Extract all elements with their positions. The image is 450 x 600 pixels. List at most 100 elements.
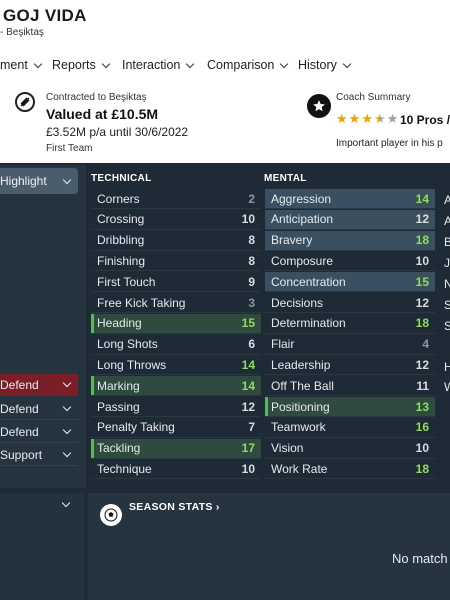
coach-pros: 10 Pros / bbox=[400, 113, 450, 127]
attribute-value: 17 bbox=[241, 441, 255, 456]
chevron-down-icon bbox=[101, 59, 111, 68]
player-value: Valued at £10.5M bbox=[46, 106, 159, 122]
attribute-name: Finishing bbox=[97, 253, 146, 268]
chevron-down-icon bbox=[342, 59, 352, 68]
role-selector-2[interactable]: Defend bbox=[0, 398, 78, 420]
attribute-row[interactable]: Free Kick Taking 3 bbox=[91, 293, 261, 313]
attribute-row[interactable]: Heading 15 bbox=[91, 313, 261, 334]
technical-header: TECHNICAL bbox=[91, 173, 152, 184]
physical-attribute-name: S bbox=[444, 298, 450, 312]
attribute-row[interactable]: Crossing 10 bbox=[91, 210, 261, 230]
attribute-name: Work Rate bbox=[271, 461, 328, 476]
attribute-name: Vision bbox=[271, 441, 304, 456]
menu-history[interactable]: History bbox=[298, 58, 352, 72]
attribute-value: 15 bbox=[415, 274, 429, 289]
attribute-value: 14 bbox=[241, 378, 255, 393]
football-icon bbox=[100, 504, 122, 526]
contract-label: Contracted to Beşiktaş bbox=[46, 92, 147, 103]
attribute-row[interactable]: Dribbling 8 bbox=[91, 231, 261, 251]
attribute-name: Long Throws bbox=[97, 357, 167, 372]
chevron-down-icon bbox=[62, 448, 72, 458]
chevron-down-icon bbox=[33, 59, 43, 68]
star-icon: ★ bbox=[348, 111, 361, 126]
attribute-value: 8 bbox=[248, 253, 255, 268]
menu-label: Interaction bbox=[122, 58, 181, 72]
menu-development[interactable]: ment bbox=[0, 58, 43, 72]
attribute-row[interactable]: Long Throws 14 bbox=[91, 355, 261, 376]
attribute-row[interactable]: Concentration 15 bbox=[265, 272, 435, 293]
role-selector-1[interactable]: Defend bbox=[0, 374, 78, 396]
coach-summary-label: Coach Summary bbox=[336, 92, 411, 103]
menu-comparison[interactable]: Comparison bbox=[207, 58, 289, 72]
attribute-row[interactable]: Leadership 12 bbox=[265, 355, 435, 376]
attribute-name: Determination bbox=[271, 316, 346, 331]
attribute-row[interactable]: Technique 10 bbox=[91, 459, 261, 480]
attribute-value: 10 bbox=[415, 441, 429, 456]
role-selector-3[interactable]: Defend bbox=[0, 421, 78, 443]
attribute-value: 12 bbox=[415, 357, 429, 372]
no-match-message: No match bbox=[392, 551, 448, 566]
attribute-name: Teamwork bbox=[271, 420, 326, 435]
attribute-name: Off The Ball bbox=[271, 378, 334, 393]
attribute-row[interactable]: Penalty Taking 7 bbox=[91, 418, 261, 438]
menu-interaction[interactable]: Interaction bbox=[122, 58, 195, 72]
attribute-row[interactable]: First Touch 9 bbox=[91, 272, 261, 293]
highlight-dropdown[interactable]: Highlight bbox=[0, 168, 78, 194]
attribute-row[interactable]: Positioning 13 bbox=[265, 397, 435, 417]
attribute-row[interactable]: Vision 10 bbox=[265, 439, 435, 459]
attribute-row[interactable]: Decisions 12 bbox=[265, 293, 435, 313]
physical-attribute-name: H bbox=[444, 360, 450, 374]
attribute-name: Marking bbox=[97, 378, 140, 393]
chevron-down-icon[interactable] bbox=[61, 498, 71, 508]
attribute-name: First Touch bbox=[97, 274, 156, 289]
attribute-name: Dribbling bbox=[97, 233, 145, 248]
attribute-row[interactable]: Determination 18 bbox=[265, 314, 435, 334]
attribute-value: 12 bbox=[415, 212, 429, 227]
attribute-row[interactable]: Aggression 14 bbox=[265, 189, 435, 209]
attribute-row[interactable]: Passing 12 bbox=[91, 397, 261, 417]
attribute-value: 2 bbox=[248, 191, 255, 206]
attribute-name: Penalty Taking bbox=[97, 420, 175, 435]
attribute-value: 14 bbox=[241, 357, 255, 372]
star-icon: ★ bbox=[361, 111, 373, 126]
attribute-row[interactable]: Tackling 17 bbox=[91, 438, 261, 459]
attribute-name: Flair bbox=[271, 337, 295, 352]
attribute-row[interactable]: Corners 2 bbox=[91, 189, 261, 209]
attribute-name: Long Shots bbox=[97, 337, 158, 352]
attribute-value: 10 bbox=[415, 253, 429, 268]
attribute-row[interactable]: Off The Ball 11 bbox=[265, 376, 435, 397]
physical-attribute-name: W bbox=[444, 380, 450, 394]
coach-star-rating: ★ ★ ★ ★ ★ bbox=[336, 112, 398, 125]
attribute-row[interactable]: Composure 10 bbox=[265, 251, 435, 272]
attribute-name: Free Kick Taking bbox=[97, 295, 186, 310]
menu-reports[interactable]: Reports bbox=[52, 58, 111, 72]
attribute-row[interactable]: Bravery 18 bbox=[265, 230, 435, 251]
attribute-row[interactable]: Flair 4 bbox=[265, 335, 435, 355]
physical-attribute-name: B bbox=[444, 235, 450, 249]
attribute-row[interactable]: Finishing 8 bbox=[91, 251, 261, 272]
attribute-value: 4 bbox=[422, 337, 429, 352]
attribute-name: Heading bbox=[97, 316, 142, 331]
attribute-row[interactable]: Marking 14 bbox=[91, 376, 261, 397]
half-star-icon: ★ bbox=[373, 111, 386, 126]
chevron-down-icon bbox=[62, 425, 72, 435]
coach-description: Important player in his p bbox=[336, 138, 443, 149]
chevron-down-icon bbox=[62, 175, 72, 184]
role-label: Defend bbox=[0, 401, 39, 416]
attribute-value: 18 bbox=[415, 316, 429, 331]
star-icon: ★ bbox=[386, 111, 399, 126]
role-selector-4[interactable]: Support bbox=[0, 444, 78, 466]
attribute-value: 10 bbox=[241, 461, 255, 476]
role-label: Support bbox=[0, 447, 43, 462]
attribute-name: Tackling bbox=[97, 441, 141, 456]
role-label: Defend bbox=[0, 377, 39, 392]
attribute-row[interactable]: Long Shots 6 bbox=[91, 335, 261, 355]
star-badge-icon bbox=[307, 94, 331, 118]
season-stats-link[interactable]: SEASON STATS › bbox=[129, 501, 220, 513]
attribute-row[interactable]: Teamwork 16 bbox=[265, 418, 435, 438]
squad-status: First Team bbox=[46, 143, 93, 154]
attribute-value: 18 bbox=[415, 233, 429, 248]
player-club: - Beşiktaş bbox=[0, 27, 44, 38]
attribute-row[interactable]: Work Rate 18 bbox=[265, 459, 435, 480]
attribute-row[interactable]: Anticipation 12 bbox=[265, 209, 435, 230]
